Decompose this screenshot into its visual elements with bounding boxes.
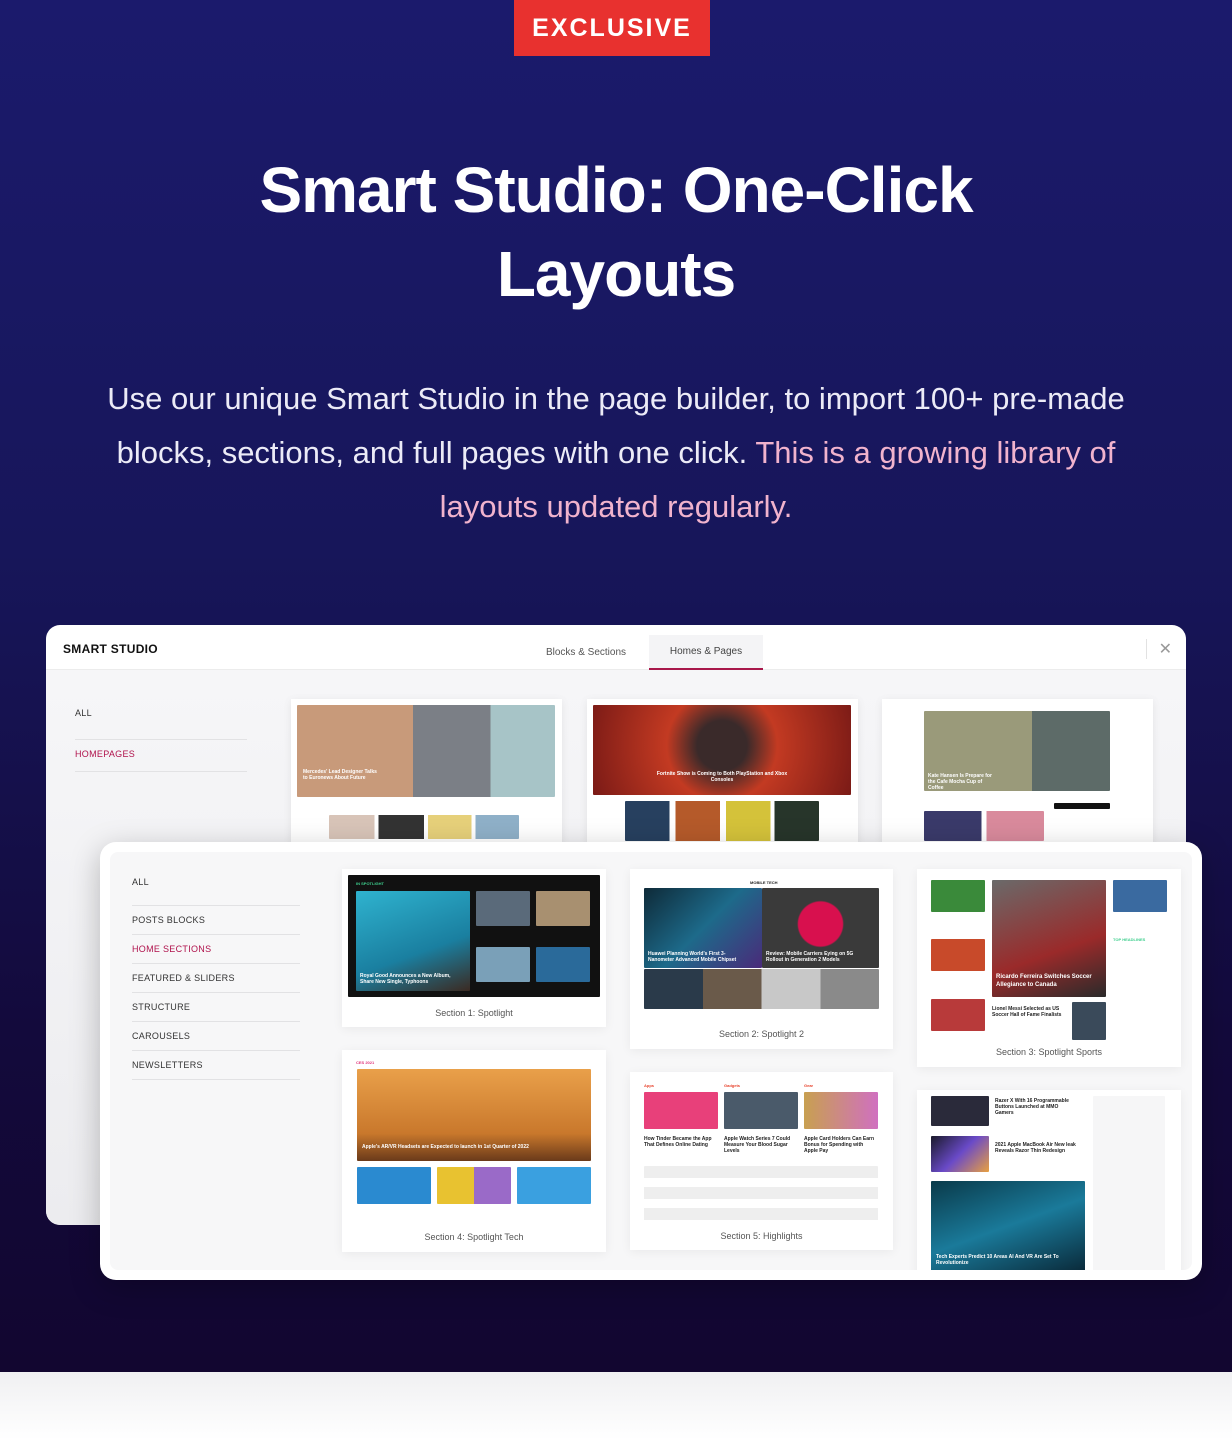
- thumbnail-image: [476, 891, 530, 926]
- thumbnail-image: [931, 880, 985, 912]
- card-headline: Review: Mobile Carriers Eying on 5G Roll…: [766, 951, 854, 963]
- thumbnail-headline: Fortnite Show is Coming to Both PlayStat…: [656, 771, 788, 783]
- section-kicker: TOP HEADLINES: [1113, 937, 1146, 942]
- section-card-spotlight[interactable]: IN SPOTLIGHT Royal Good Announces a New …: [342, 869, 606, 1027]
- thumbnail-image: [1054, 803, 1110, 809]
- thumbnail-image: [644, 969, 879, 1009]
- sidebar-item-all[interactable]: ALL: [132, 877, 300, 906]
- homepage-thumbnail[interactable]: Kate Hansen Is Prepare for the Cafe Moch…: [882, 699, 1153, 859]
- sidebar-item-carousels[interactable]: CAROUSELS: [132, 1022, 300, 1051]
- card-headline: Tech Experts Predict 10 Areas AI And VR …: [936, 1254, 1059, 1266]
- section-card-spotlight-sports[interactable]: Ricardo Ferreira Switches Soccer Allegia…: [917, 869, 1181, 1067]
- thumbnail-image: [437, 1167, 511, 1204]
- page-subtitle: Use our unique Smart Studio in the page …: [96, 372, 1136, 534]
- thumbnail-image: [804, 1092, 878, 1129]
- bottom-fade: [0, 1372, 1232, 1440]
- column-label: Gadgets: [724, 1083, 741, 1088]
- thumbnail-image: [517, 1167, 591, 1204]
- thumbnail-image: [924, 811, 1044, 841]
- section-card-spotlight-tech[interactable]: CES 2021 Apple's AR/VR Headsets are Expe…: [342, 1050, 606, 1252]
- card-headline: Ricardo Ferreira Switches Soccer Allegia…: [996, 974, 1092, 988]
- window-header: SMART STUDIO Blocks & Sections Homes & P…: [46, 625, 1186, 670]
- thumbnail-image: [931, 1096, 989, 1126]
- card-headline: Royal Good Announces a New Album, Share …: [360, 973, 451, 985]
- card-caption: Section 5: Highlights: [720, 1231, 803, 1241]
- card-headline: Razer X With 16 Programmable Buttons Lau…: [995, 1098, 1069, 1116]
- sidebar-item-featured-sliders[interactable]: FEATURED & SLIDERS: [132, 964, 300, 993]
- ad-placeholder: [1093, 1096, 1165, 1270]
- section-kicker: CES 2021: [356, 1060, 375, 1065]
- window-body: ALL POSTS BLOCKS HOME SECTIONS FEATURED …: [110, 852, 1192, 1270]
- thumbnail-image: [724, 1092, 798, 1129]
- section-card-highlights[interactable]: Apps Gadgets Gear How Tinder Became the …: [630, 1072, 893, 1250]
- list-placeholder: [644, 1166, 878, 1221]
- sidebar-item-all[interactable]: ALL: [75, 708, 247, 740]
- sidebar-item-posts-blocks[interactable]: POSTS BLOCKS: [132, 906, 300, 935]
- card-headline: Apple's AR/VR Headsets are Expected to l…: [362, 1144, 529, 1150]
- card-headline: Huawei Planning World's First 3-Nanomete…: [648, 951, 737, 963]
- thumbnail-image: [1072, 1002, 1106, 1040]
- card-caption: Section 1: Spotlight: [435, 1008, 513, 1018]
- card-headline: 2021 Apple MacBook Air New leak Reveals …: [995, 1142, 1076, 1154]
- sidebar-item-homepages[interactable]: HOMEPAGES: [75, 740, 247, 772]
- thumbnail-image: [931, 1136, 989, 1172]
- close-icon[interactable]: ✕: [1145, 639, 1172, 659]
- thumbnail-image: [536, 947, 590, 982]
- exclusive-badge: EXCLUSIVE: [514, 0, 710, 56]
- card-headline: Apple Card Holders Can Earn Bonus for Sp…: [804, 1136, 875, 1154]
- column-label: Apps: [644, 1083, 654, 1088]
- card-caption: Section 4: Spotlight Tech: [424, 1232, 524, 1242]
- card-caption: Section 2: Spotlight 2: [718, 1029, 805, 1039]
- thumbnail-headline: Mercedes' Lead Designer Talks to Euronew…: [303, 769, 377, 781]
- sidebar-item-home-sections[interactable]: HOME SECTIONS: [132, 935, 300, 964]
- section-card-spotlight-2[interactable]: MOBILE TECH Huawei Planning World's Firs…: [630, 869, 893, 1049]
- thumbnail-image: [644, 1092, 718, 1129]
- thumbnail-image: [329, 815, 519, 839]
- column-label: Gear: [804, 1083, 814, 1088]
- section-card-list[interactable]: Razer X With 16 Programmable Buttons Lau…: [917, 1090, 1181, 1270]
- brand-title: SMART STUDIO: [63, 642, 158, 656]
- thumbnail-image: [931, 939, 985, 971]
- card-headline: Lionel Messi Selected as US Soccer Hall …: [992, 1006, 1062, 1018]
- card-headline: How Tinder Became the App That Defines O…: [644, 1136, 712, 1148]
- card-caption: Section 3: Spotlight Sports: [995, 1047, 1103, 1057]
- thumbnail-headline: Kate Hansen Is Prepare for the Cafe Moch…: [928, 773, 992, 791]
- section-kicker: MOBILE TECH: [750, 880, 778, 885]
- homepage-thumbnail[interactable]: Fortnite Show is Coming to Both PlayStat…: [587, 699, 858, 859]
- tab-homes-pages[interactable]: Homes & Pages: [649, 635, 763, 670]
- smart-studio-window-sections: ALL POSTS BLOCKS HOME SECTIONS FEATURED …: [100, 842, 1202, 1280]
- tab-blocks-sections[interactable]: Blocks & Sections: [533, 635, 639, 670]
- thumbnail-image: [357, 1167, 431, 1204]
- section-kicker: IN SPOTLIGHT: [356, 881, 384, 886]
- thumbnail-image: [625, 801, 819, 841]
- thumbnail-image: [536, 891, 590, 926]
- card-headline: Apple Watch Series 7 Could Measure Your …: [724, 1136, 791, 1154]
- thumbnail-image: [1113, 880, 1167, 912]
- thumbnail-image: [931, 999, 985, 1031]
- sidebar-item-structure[interactable]: STRUCTURE: [132, 993, 300, 1022]
- sidebar-item-newsletters[interactable]: NEWSLETTERS: [132, 1051, 300, 1080]
- thumbnail-image: [297, 705, 555, 797]
- page-title: Smart Studio: One-Click Layouts: [259, 154, 973, 310]
- homepage-thumbnail[interactable]: Mercedes' Lead Designer Talks to Euronew…: [291, 699, 562, 859]
- thumbnail-image: [476, 947, 530, 982]
